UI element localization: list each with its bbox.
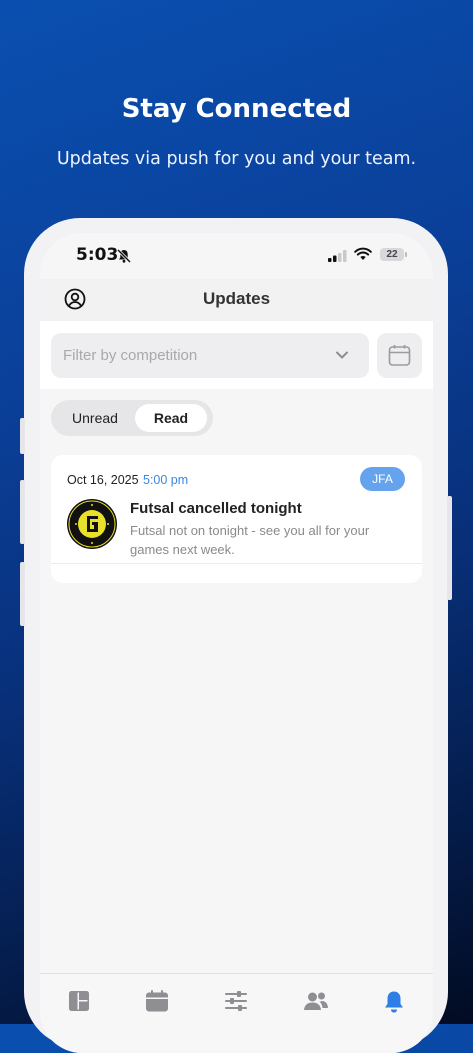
status-bar: 5:03 22 [40, 233, 433, 279]
bell-icon[interactable] [383, 990, 405, 1014]
status-time: 5:03 [76, 245, 119, 265]
just-futsal-academy-logo [67, 499, 117, 549]
phone-side-button [447, 496, 452, 600]
notification-title: Futsal cancelled tonight [130, 500, 302, 517]
promo-subline: Updates via push for you and your team. [56, 149, 417, 169]
bell-slash-icon [116, 248, 132, 264]
notification-time: 5:00 pm [143, 473, 189, 487]
notification-body: Futsal not on tonight - see you all for … [130, 523, 370, 557]
phone-side-button [20, 418, 25, 454]
competition-tag: JFA [360, 467, 405, 491]
bottom-tab-bar [40, 973, 433, 1053]
notification-date: Oct 16, 2025 [67, 473, 139, 487]
calendar-icon[interactable] [145, 990, 169, 1012]
notification-card[interactable]: Oct 16, 2025 5:00 pm JFA Futsal cancelle… [51, 455, 422, 583]
promo-headline: Stay Connected [121, 94, 352, 124]
chevron-down-icon [336, 351, 348, 359]
tab-unread[interactable]: Unread [55, 404, 135, 432]
tab-read[interactable]: Read [135, 404, 207, 432]
filter-bar: Filter by competition [40, 321, 433, 389]
sliders-icon[interactable] [225, 990, 247, 1012]
competition-filter-select[interactable]: Filter by competition [51, 333, 369, 378]
page-title: Updates [202, 289, 271, 308]
calendar-icon [388, 345, 411, 366]
app-screen: 5:03 22 Updates Filter by competition Un… [40, 233, 433, 1053]
phone-side-button [20, 562, 25, 626]
date-filter-button[interactable] [377, 333, 422, 378]
battery-icon: 22 [380, 248, 407, 261]
dashboard-icon[interactable] [68, 990, 90, 1012]
cellular-signal-icon [328, 250, 347, 262]
app-header: Updates [40, 279, 433, 321]
users-icon[interactable] [303, 990, 329, 1012]
divider [51, 563, 422, 564]
read-filter-segmented-control: Unread Read [51, 400, 213, 436]
wifi-icon [354, 247, 372, 260]
phone-side-button [20, 480, 25, 544]
filter-placeholder: Filter by competition [63, 347, 198, 364]
